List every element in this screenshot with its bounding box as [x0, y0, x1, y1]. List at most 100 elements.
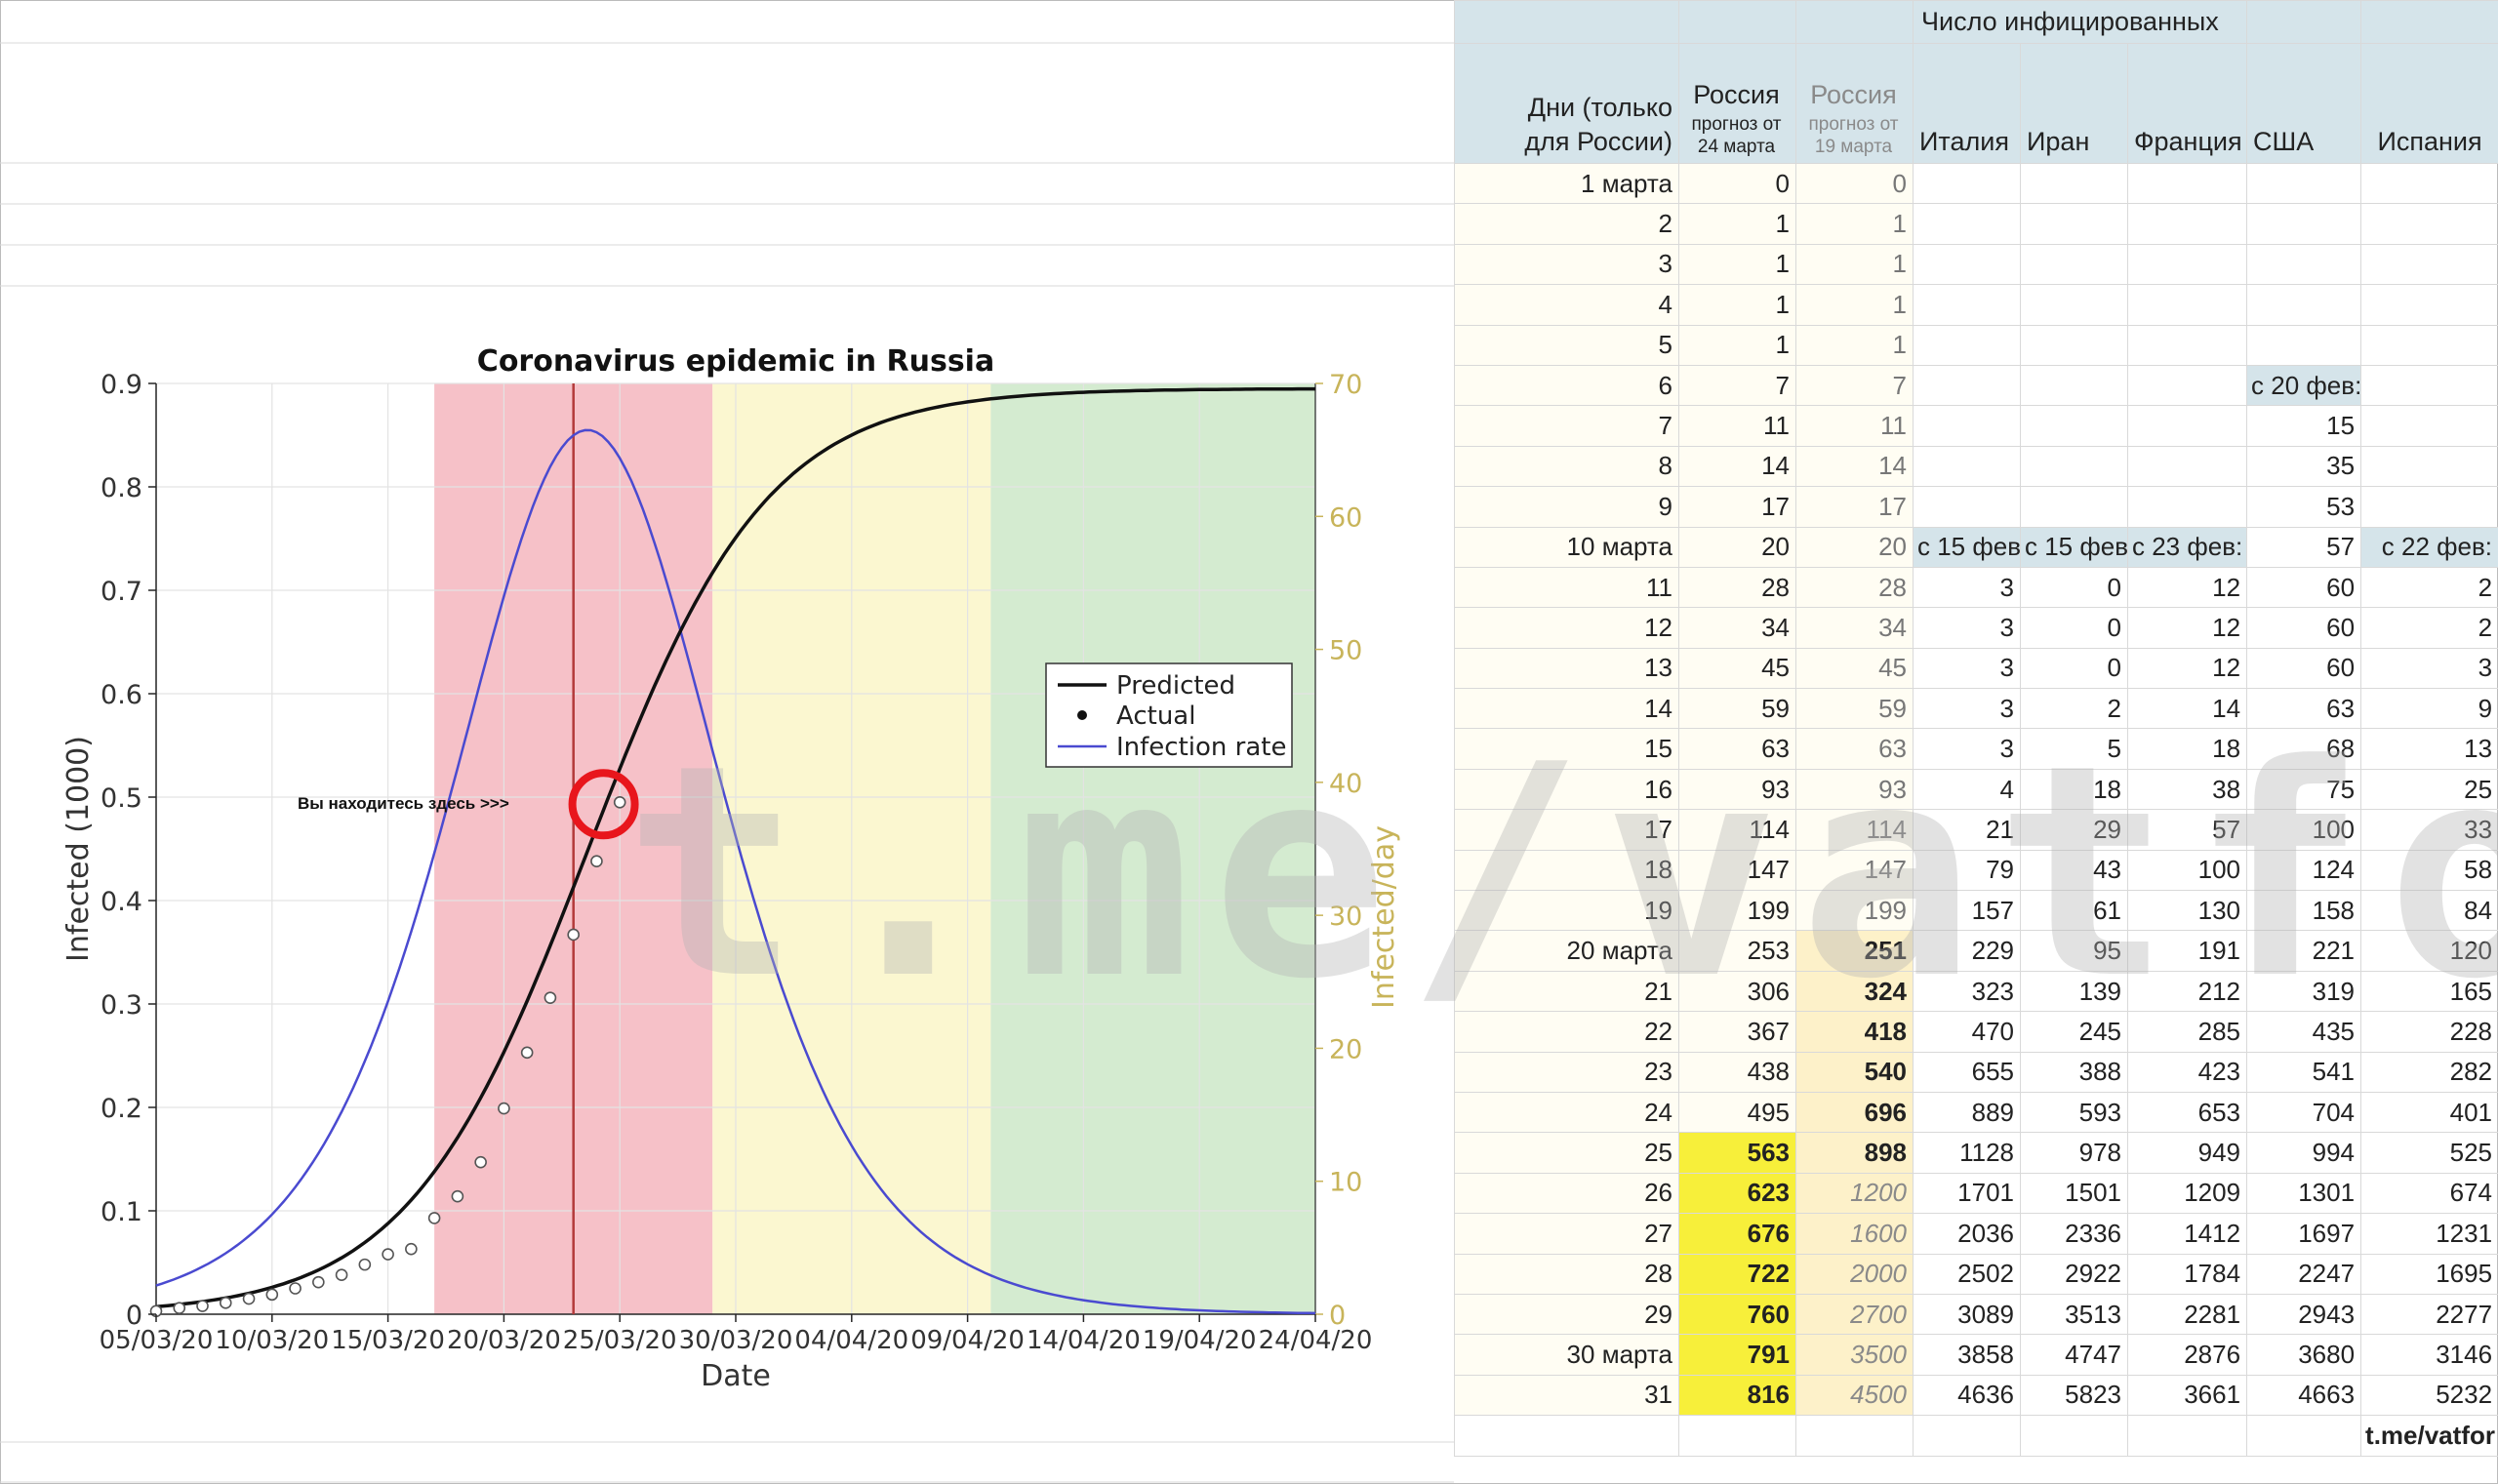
france-cell: 2281: [2126, 1293, 2248, 1336]
actual-point: [265, 1288, 279, 1302]
russia-19-cell: 114: [1795, 809, 1914, 851]
y-tick-label: 0.1: [101, 1197, 142, 1227]
actual-point: [498, 1102, 510, 1115]
russia-19-cell: 1: [1795, 203, 1914, 245]
usa-cell: 68: [2246, 728, 2362, 770]
x-tick-label: 25/03/20: [563, 1326, 677, 1355]
table-row: 9 17 17 53: [1454, 486, 2498, 528]
russia-24-cell: 367: [1678, 1011, 1796, 1053]
empty-cell: [1454, 1415, 1679, 1457]
x-tick-label: 09/04/20: [910, 1326, 1025, 1355]
day-cell: 25: [1454, 1132, 1679, 1174]
italy-cell: 470: [1913, 1011, 2021, 1053]
russia-24-cell: 0: [1678, 162, 1796, 205]
table-row: 21 306 324 323 139 212 319 165: [1454, 970, 2498, 1013]
actual-point: [590, 855, 603, 868]
y2-axis-label: Infected/day: [1367, 825, 1401, 1009]
usa-cell: 35: [2246, 445, 2362, 488]
russia-19-cell: 251: [1795, 930, 1914, 972]
italy-cell: 655: [1913, 1051, 2021, 1093]
usa-cell: 63: [2246, 688, 2362, 730]
day-cell: 21: [1454, 970, 1679, 1013]
actual-point: [382, 1248, 394, 1261]
russia-19-cell: 540: [1795, 1051, 1914, 1093]
day-cell: 13: [1454, 647, 1679, 690]
russia-19-cell: 1: [1795, 324, 1914, 366]
iran-cell: 95: [2020, 930, 2128, 972]
y2-tick-label: 30: [1329, 902, 1362, 932]
france-cell: 212: [2126, 970, 2248, 1013]
usa-cell: 221: [2246, 930, 2362, 972]
iran-cell: 29: [2020, 809, 2128, 851]
you-are-here-annotation: Вы находитесь здесь >>>: [298, 794, 509, 813]
italy-cell: [1913, 162, 2021, 205]
header-france: Франция: [2126, 43, 2248, 164]
usa-cell: [2246, 324, 2362, 366]
table-row: 31 816 4500 4636 5823 3661 4663 5232: [1454, 1374, 2498, 1417]
day-cell: 5: [1454, 324, 1679, 366]
actual-point: [474, 1155, 487, 1169]
day-cell: 19: [1454, 890, 1679, 932]
italy-since-label: с 15 фев:: [1913, 526, 2021, 568]
russia-19-cell: 1: [1795, 284, 1914, 326]
iran-cell: 2922: [2020, 1253, 2128, 1295]
iran-cell: 43: [2020, 849, 2128, 892]
header-russia-19-sub: прогноз от 19 марта: [1808, 113, 1899, 158]
iran-cell: 978: [2020, 1132, 2128, 1174]
france-cell: 949: [2126, 1132, 2248, 1174]
y-tick-label: 0.6: [101, 680, 142, 710]
phase-region-2: [990, 383, 1315, 1314]
empty-cell: [1454, 0, 1679, 44]
russia-24-cell: 495: [1678, 1091, 1796, 1134]
spain-cell: 3: [2360, 647, 2498, 690]
russia-19-cell: 34: [1795, 607, 1914, 649]
russia-24-cell: 760: [1678, 1293, 1796, 1336]
table-row: 7 11 11 15: [1454, 405, 2498, 447]
usa-cell: 60: [2246, 566, 2362, 609]
table-row: 411: [1454, 284, 2498, 326]
day-cell: 20 марта: [1454, 930, 1679, 972]
y-tick-label: 0.7: [101, 577, 142, 607]
table-row: 16 93 93 4 18 38 75 25: [1454, 768, 2498, 811]
usa-cell: [2246, 284, 2362, 326]
russia-19-cell: 3500: [1795, 1334, 1914, 1376]
infection-table-pane: Число инфицированных Дни (только для Рос…: [1454, 0, 2498, 1484]
empty-cell: [2246, 0, 2362, 44]
header-days-label: Дни (только для России): [1524, 92, 1672, 156]
infection-table: Число инфицированных Дни (только для Рос…: [1454, 0, 2498, 1457]
empty-cell: [1678, 0, 1796, 44]
header-italy: Италия: [1913, 43, 2021, 164]
russia-24-cell: 306: [1678, 970, 1796, 1013]
usa-cell: [2246, 243, 2362, 286]
iran-cell: 18: [2020, 768, 2128, 811]
spain-cell: 25: [2360, 768, 2498, 811]
iran-cell: 2336: [2020, 1213, 2128, 1255]
table-row: 29 760 2700 3089 3513 2281 2943 2277: [1454, 1293, 2498, 1336]
x-tick-label: 05/03/20: [100, 1326, 214, 1355]
france-cell: 3661: [2126, 1374, 2248, 1417]
header-usa: США: [2246, 43, 2362, 164]
italy-cell: [1913, 203, 2021, 245]
day-cell: 23: [1454, 1051, 1679, 1093]
france-cell: 12: [2126, 647, 2248, 690]
footer-link: t.me/vatfor: [2360, 1415, 2498, 1457]
table-row: 17 114 114 21 29 57 100 33: [1454, 809, 2498, 851]
day-cell: 6: [1454, 364, 1679, 407]
actual-point: [312, 1275, 325, 1289]
table-row: 677с 20 фев:: [1454, 364, 2498, 407]
spain-cell: 120: [2360, 930, 2498, 972]
empty-cell: [1913, 1415, 2021, 1457]
iran-since-label: с 15 фев:: [2020, 526, 2128, 568]
russia-24-cell: 11: [1678, 405, 1796, 447]
usa-cell: [2246, 162, 2362, 205]
usa-cell: 75: [2246, 768, 2362, 811]
header-iran: Иран: [2020, 43, 2128, 164]
spain-cell: 3146: [2360, 1334, 2498, 1376]
actual-point: [196, 1300, 209, 1312]
day-cell: 8: [1454, 445, 1679, 488]
header-russia-24: Россия прогноз от 24 марта: [1678, 43, 1796, 164]
chart-title: Coronavirus epidemic in Russia: [477, 344, 994, 379]
day-cell: 30 марта: [1454, 1334, 1679, 1376]
russia-19-cell: 1200: [1795, 1172, 1914, 1215]
table-row: 15 63 63 3 5 18 68 13: [1454, 728, 2498, 770]
